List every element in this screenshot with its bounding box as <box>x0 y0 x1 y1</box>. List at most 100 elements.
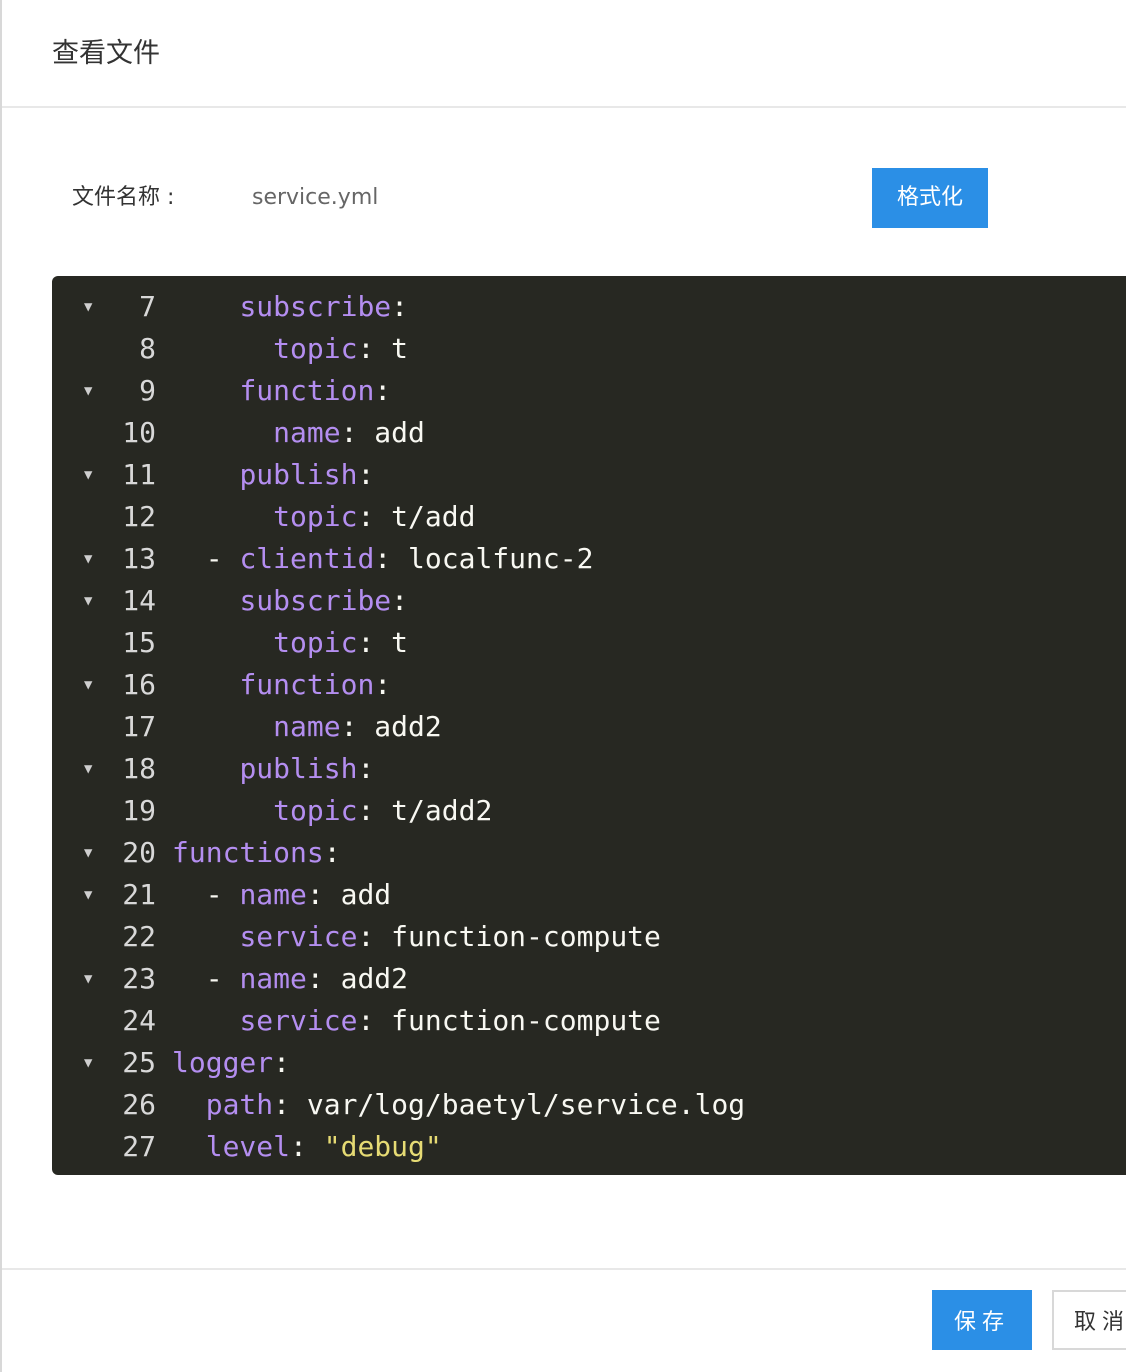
line-number: 11 <box>122 458 156 491</box>
line-number: 18 <box>122 752 156 785</box>
line-number: 21 <box>122 878 156 911</box>
yaml-text: : <box>357 458 375 491</box>
line-number: 8 <box>139 332 156 365</box>
cancel-button[interactable]: 取消 <box>1052 1290 1126 1350</box>
code-line: 17 name: add2 <box>52 706 1126 748</box>
code-line: ▼ 25 logger: <box>52 1042 1126 1084</box>
yaml-text <box>172 332 273 365</box>
view-file-dialog: 查看文件 文件名称 : service.yml 格式化 ▼ 7 subscribe… <box>0 0 1126 1372</box>
fold-toggle-icon[interactable]: ▼ <box>84 1042 104 1084</box>
yaml-key: name <box>273 416 341 449</box>
code-line: ▼ 20 functions: <box>52 832 1126 874</box>
line-number: 16 <box>122 668 156 701</box>
line-code: topic: t <box>172 622 408 664</box>
line-code: - name: add <box>172 874 391 916</box>
code-line: 15 topic: t <box>52 622 1126 664</box>
yaml-text <box>172 458 239 491</box>
line-code: path: var/log/baetyl/service.log <box>172 1084 745 1126</box>
yaml-key: function <box>239 374 375 407</box>
yaml-text <box>172 416 273 449</box>
yaml-text <box>172 500 273 533</box>
code-line: ▼ 18 publish: <box>52 748 1126 790</box>
yaml-text: - <box>172 542 240 575</box>
fold-toggle-icon[interactable]: ▼ <box>84 874 104 916</box>
yaml-text: : add <box>306 878 392 911</box>
save-button[interactable]: 保存 <box>932 1290 1032 1350</box>
line-number: 9 <box>139 374 156 407</box>
dialog-header: 查看文件 <box>2 0 1126 108</box>
yaml-text <box>172 1130 206 1163</box>
format-button[interactable]: 格式化 <box>872 168 988 228</box>
line-code: topic: t/add <box>172 496 475 538</box>
code-line: ▼ 21 - name: add <box>52 874 1126 916</box>
yaml-key: topic <box>273 626 358 659</box>
yaml-text: : t/add2 <box>357 794 493 827</box>
yaml-text: : <box>391 290 409 323</box>
yaml-text: : <box>357 752 375 785</box>
code-line: 10 name: add <box>52 412 1126 454</box>
yaml-text: : function-compute <box>357 920 661 953</box>
yaml-text <box>172 584 239 617</box>
fold-toggle-icon[interactable]: ▼ <box>84 580 104 622</box>
yaml-text: : function-compute <box>357 1004 661 1037</box>
line-number: 17 <box>122 710 156 743</box>
yaml-text: : <box>290 1130 324 1163</box>
fold-toggle-icon[interactable]: ▼ <box>84 832 104 874</box>
line-number: 10 <box>122 416 156 449</box>
code-line: 12 topic: t/add <box>52 496 1126 538</box>
yaml-text <box>172 1088 206 1121</box>
yaml-key: name <box>239 878 307 911</box>
fold-toggle-icon[interactable]: ▼ <box>84 286 104 328</box>
file-name-label: 文件名称 : <box>72 185 175 210</box>
yaml-text: : add2 <box>306 962 409 995</box>
yaml-string: "debug" <box>323 1130 442 1163</box>
line-number: 14 <box>122 584 156 617</box>
code-line: 26 path: var/log/baetyl/service.log <box>52 1084 1126 1126</box>
line-number: 26 <box>122 1088 156 1121</box>
line-number: 15 <box>122 626 156 659</box>
yaml-text <box>172 752 239 785</box>
line-number: 23 <box>122 962 156 995</box>
code-line: ▼ 7 subscribe: <box>52 286 1126 328</box>
yaml-key: function <box>239 668 375 701</box>
code-line: ▼ 13 - clientid: localfunc-2 <box>52 538 1126 580</box>
yaml-text <box>172 794 273 827</box>
line-code: subscribe: <box>172 286 408 328</box>
line-code: subscribe: <box>172 580 408 622</box>
yaml-text: : add <box>340 416 425 449</box>
code-line: 24 service: function-compute <box>52 1000 1126 1042</box>
line-number: 22 <box>122 920 156 953</box>
code-line: ▼ 16 function: <box>52 664 1126 706</box>
fold-toggle-icon[interactable]: ▼ <box>84 454 104 496</box>
fold-toggle-icon[interactable]: ▼ <box>84 958 104 1000</box>
yaml-key: name <box>273 710 341 743</box>
line-code: level: "debug" <box>172 1126 442 1168</box>
yaml-text: : <box>323 836 341 869</box>
dialog-title: 查看文件 <box>52 38 160 69</box>
yaml-text: - <box>172 878 240 911</box>
yaml-text: : localfunc-2 <box>374 542 594 575</box>
yaml-text <box>172 290 239 323</box>
code-line: 19 topic: t/add2 <box>52 790 1126 832</box>
fold-toggle-icon[interactable]: ▼ <box>84 370 104 412</box>
line-code: publish: <box>172 454 374 496</box>
line-number: 19 <box>122 794 156 827</box>
fold-toggle-icon[interactable]: ▼ <box>84 748 104 790</box>
yaml-key: functions <box>172 836 324 869</box>
line-code: function: <box>172 664 391 706</box>
yaml-text: : t <box>357 626 409 659</box>
fold-toggle-icon[interactable]: ▼ <box>84 538 104 580</box>
line-code: topic: t/add2 <box>172 790 492 832</box>
yaml-key: logger <box>172 1046 274 1079</box>
line-number: 7 <box>139 290 156 323</box>
yaml-text: : t/add <box>357 500 476 533</box>
yaml-key: name <box>239 962 307 995</box>
yaml-text: : <box>374 374 392 407</box>
line-code: service: function-compute <box>172 1000 661 1042</box>
line-number: 20 <box>122 836 156 869</box>
fold-toggle-icon[interactable]: ▼ <box>84 664 104 706</box>
code-line: 22 service: function-compute <box>52 916 1126 958</box>
line-code: service: function-compute <box>172 916 661 958</box>
code-editor[interactable]: ▼ 7 subscribe: 8 topic: t ▼ 9 function: 10 na… <box>52 276 1126 1175</box>
code-line: 8 topic: t <box>52 328 1126 370</box>
